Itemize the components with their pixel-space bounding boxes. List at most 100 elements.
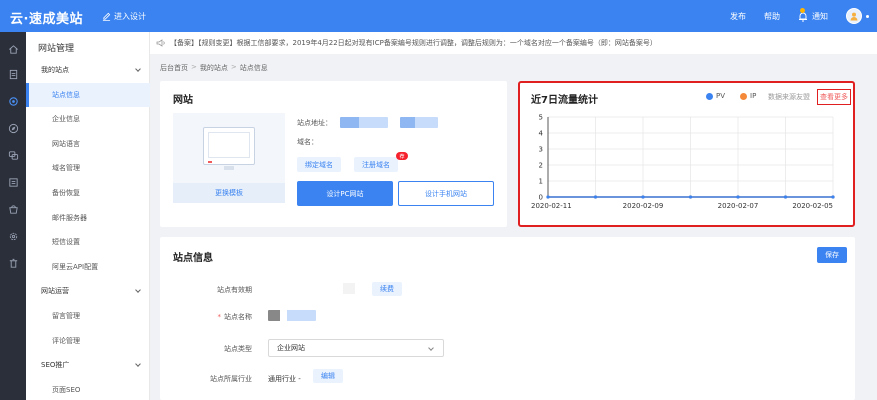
sidebar-item-label: SEO推广 [41, 361, 70, 370]
website-card: 网站 更换模板 站点地址： 域名： 绑定域名 注册域名 荐 设计PC网站 设计手… [160, 81, 507, 227]
sidebar-item-label: 网站语言 [52, 139, 80, 148]
breadcrumb-separator: > [230, 63, 237, 71]
chevron-down-icon [135, 361, 141, 368]
register-domain-button[interactable]: 注册域名 [354, 157, 398, 172]
sidebar-item-page-seo[interactable]: 页面SEO [26, 378, 150, 400]
sidebar-item-mail-server[interactable]: 邮件服务器 [26, 206, 150, 230]
home-icon[interactable] [7, 43, 19, 55]
legend-ip[interactable]: IP [740, 92, 756, 100]
pv-legend-dot [706, 92, 713, 100]
traffic-card: 近7日流量统计 PV IP 数据来源友盟 查看更多 0 1 2 3 4 5 2020-02-… [518, 81, 855, 227]
x-tick-label: 2020-02-07 [718, 202, 759, 210]
sidebar-item-message-management[interactable]: 留言管理 [26, 304, 150, 328]
sidebar-item-label: 邮件服务器 [52, 213, 87, 222]
sidebar-item-label: 留言管理 [52, 312, 80, 320]
sidebar-item-seo-promotion[interactable]: SEO推广 [26, 353, 150, 377]
site-name-value[interactable] [268, 310, 316, 321]
app-logo[interactable]: 云·速成美站 [10, 8, 83, 27]
design-mobile-button[interactable]: 设计手机网站 [398, 181, 494, 206]
breadcrumb-my-sites[interactable]: 我的站点 [200, 63, 228, 73]
enter-design-link[interactable]: 进入设计 [102, 11, 146, 22]
industry-value: 通用行业 - [268, 375, 301, 383]
site-address-label: 站点地址： [297, 119, 332, 127]
ip-legend-label: IP [750, 92, 757, 100]
website-card-title: 网站 [173, 95, 193, 106]
shop-icon[interactable] [7, 203, 19, 215]
site-address-value[interactable] [340, 117, 388, 128]
sidebar-item-label: 备份恢复 [52, 189, 80, 197]
file-icon[interactable] [7, 68, 19, 80]
avatar-caret-icon[interactable] [866, 14, 869, 18]
top-bar: 云·速成美站 进入设计 发布 帮助 通知 [0, 0, 877, 32]
validity-value [343, 283, 355, 294]
avatar[interactable] [846, 8, 862, 24]
site-name-label: * 站点名称 [217, 313, 253, 321]
sidebar-item-backup-restore[interactable]: 备份恢复 [26, 181, 150, 205]
notify-link[interactable]: 通知 [798, 7, 828, 22]
validity-label: 站点有效期 [217, 286, 252, 294]
data-point-pv [831, 195, 835, 199]
trash-icon[interactable] [7, 257, 19, 269]
renew-button[interactable]: 续费 [372, 282, 402, 296]
bind-domain-button[interactable]: 绑定域名 [297, 157, 341, 172]
sidebar-item-aliyun-api[interactable]: 阿里云API配置 [26, 255, 150, 279]
pv-legend-label: PV [716, 92, 726, 100]
sidebar: 网站管理 我的站点站点信息企业信息网站语言域名管理备份恢复邮件服务器短信设置阿里… [26, 32, 150, 400]
edit-industry-button[interactable]: 编辑 [313, 369, 343, 383]
breadcrumb-home[interactable]: 后台首页 [160, 63, 188, 73]
sidebar-item-label: 站点信息 [52, 90, 80, 99]
sidebar-item-label: 评论管理 [52, 336, 80, 345]
x-tick-label: 2020-02-09 [623, 202, 664, 210]
chat-icon[interactable] [7, 149, 19, 161]
notice-bar: 【备案】【规则变更】根据工信部要求，2019年4月22日起对现有ICP备案编号规… [150, 32, 877, 54]
y-tick-label: 0 [539, 194, 543, 202]
site-type-select[interactable]: 企业网站 [268, 339, 444, 357]
sidebar-item-site-info[interactable]: 站点信息 [26, 82, 150, 107]
sidebar-item-site-language[interactable]: 网站语言 [26, 132, 150, 156]
site-preview: 更换模板 [173, 113, 285, 203]
sidebar-item-domain-management[interactable]: 域名管理 [26, 156, 150, 180]
help-link[interactable]: 帮助 [764, 11, 780, 22]
enter-design-label: 进入设计 [114, 12, 146, 21]
sidebar-item-label: 阿里云API配置 [52, 262, 99, 271]
ip-legend-dot [740, 92, 747, 100]
sidebar-item-comment-management[interactable]: 评论管理 [26, 329, 150, 353]
design-pc-button[interactable]: 设计PC网站 [297, 181, 393, 206]
required-mark: * [217, 313, 222, 321]
legend-pv[interactable]: PV [706, 92, 725, 100]
change-template-button[interactable]: 更换模板 [173, 183, 285, 203]
sidebar-item-label: 网站运营 [41, 287, 69, 296]
gear-icon[interactable] [7, 230, 19, 242]
sidebar-item-site-operations[interactable]: 网站运营 [26, 279, 150, 303]
save-button[interactable]: 保存 [817, 247, 847, 263]
sidebar-item-label: 域名管理 [52, 164, 80, 173]
y-tick-label: 2 [539, 162, 543, 170]
y-tick-label: 5 [539, 114, 543, 122]
sidebar-item-company-info[interactable]: 企业信息 [26, 107, 150, 131]
site-address-value-2[interactable] [400, 117, 438, 128]
breadcrumb-current: 站点信息 [239, 64, 268, 72]
traffic-card-title: 近7日流量统计 [531, 95, 598, 106]
sidebar-item-label: 短信设置 [52, 238, 80, 247]
list-icon[interactable] [7, 176, 19, 188]
data-point-pv [641, 195, 645, 199]
site-info-card: 站点信息 保存 站点有效期 续费 * 站点名称 站点类型 企业网站 站点所属行业 … [160, 237, 855, 400]
see-more-link[interactable]: 查看更多 [817, 89, 851, 105]
data-source-label: 数据来源友盟 [768, 93, 810, 101]
compass-icon[interactable] [7, 122, 19, 134]
sidebar-title: 网站管理 [38, 44, 75, 54]
help-label: 帮助 [764, 11, 780, 21]
notify-dot [800, 7, 805, 13]
site-info-title: 站点信息 [173, 253, 213, 264]
sidebar-item-label: 企业信息 [52, 115, 80, 124]
x-tick-label: 2020-02-05 [792, 202, 833, 210]
y-tick-label: 3 [539, 146, 543, 154]
data-point-pv [546, 195, 550, 199]
site-settings-icon[interactable] [7, 95, 19, 107]
sidebar-item-my-sites[interactable]: 我的站点 [26, 58, 150, 82]
publish-link[interactable]: 发布 [730, 11, 746, 22]
monitor-icon [203, 127, 255, 170]
sidebar-item-sms-settings[interactable]: 短信设置 [26, 230, 150, 254]
notice-text[interactable]: 【备案】【规则变更】根据工信部要求，2019年4月22日起对现有ICP备案编号规… [170, 38, 657, 48]
chevron-down-icon [428, 345, 434, 351]
